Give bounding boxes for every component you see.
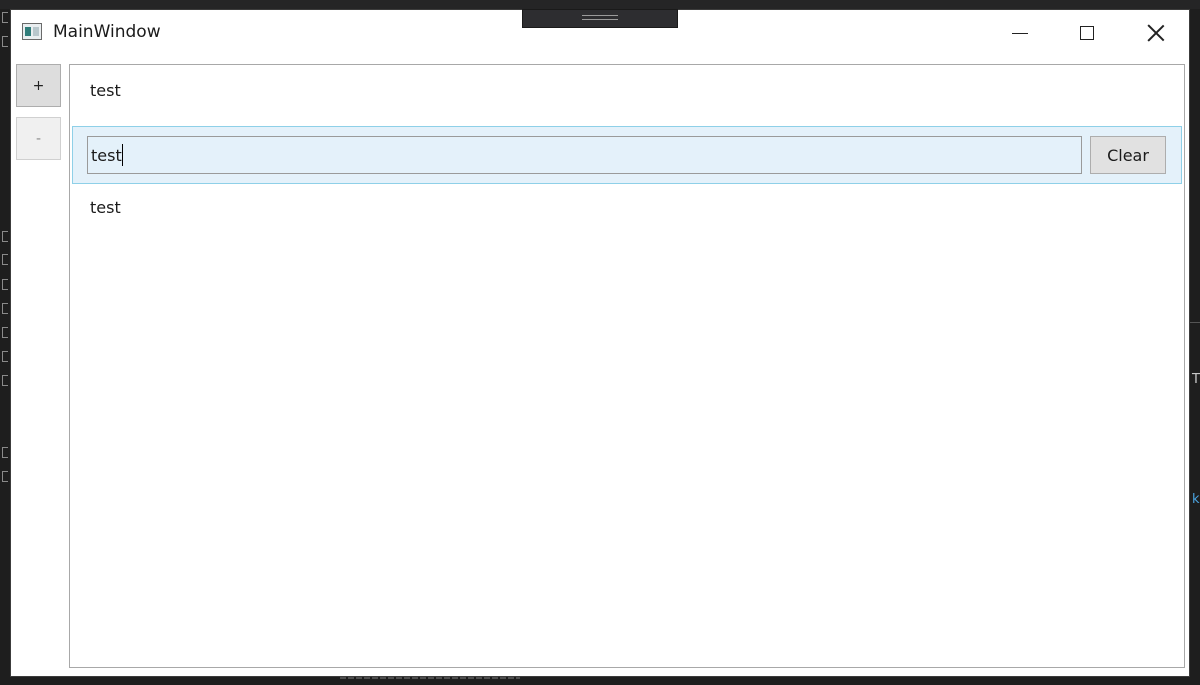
- minimize-icon: [1012, 33, 1028, 34]
- minimize-button[interactable]: [987, 10, 1053, 55]
- text-caret: [122, 144, 123, 166]
- ide-background-glyph: T: [1192, 372, 1200, 387]
- item-list[interactable]: test Clear test: [69, 64, 1185, 668]
- ide-gutter-bracket: [2, 303, 8, 314]
- app-window-icon: [22, 23, 42, 40]
- item-text-input[interactable]: [87, 136, 1082, 174]
- close-icon: [1147, 24, 1165, 42]
- add-item-button[interactable]: +: [16, 64, 61, 107]
- ide-gutter-bracket: [2, 327, 8, 338]
- clear-button[interactable]: Clear: [1090, 136, 1166, 174]
- close-button[interactable]: [1123, 10, 1189, 55]
- ide-gutter-bracket: [2, 254, 8, 265]
- maximize-button[interactable]: [1054, 10, 1120, 55]
- ide-gutter-bracket: [2, 12, 8, 23]
- ide-top-bar: [0, 0, 1200, 9]
- grip-icon: [582, 15, 618, 20]
- main-window: MainWindow + - test Clear: [10, 9, 1190, 677]
- drag-handle[interactable]: [522, 9, 678, 28]
- ide-gutter-bracket: [2, 447, 8, 458]
- ide-gutter-bracket: [2, 375, 8, 386]
- ide-gutter-bracket: [2, 351, 8, 362]
- maximize-icon: [1080, 25, 1094, 40]
- desktop: T k MainWindow + - test test Clear test: [0, 0, 1200, 685]
- ide-gutter-bracket: [2, 231, 8, 242]
- ide-gutter-bracket: [2, 279, 8, 290]
- ide-gutter-bracket: [2, 36, 8, 47]
- list-item-text: test: [90, 198, 121, 217]
- ide-divider: [1190, 322, 1200, 323]
- remove-item-button[interactable]: -: [16, 117, 61, 160]
- list-item-selected[interactable]: Clear: [72, 126, 1182, 184]
- ide-background-glyph: k: [1192, 492, 1200, 507]
- ide-gutter-bracket: [2, 471, 8, 482]
- list-item[interactable]: test: [70, 185, 1184, 245]
- list-item[interactable]: test: [70, 65, 1184, 125]
- list-item-text: test: [90, 81, 121, 100]
- window-title: MainWindow: [53, 22, 161, 42]
